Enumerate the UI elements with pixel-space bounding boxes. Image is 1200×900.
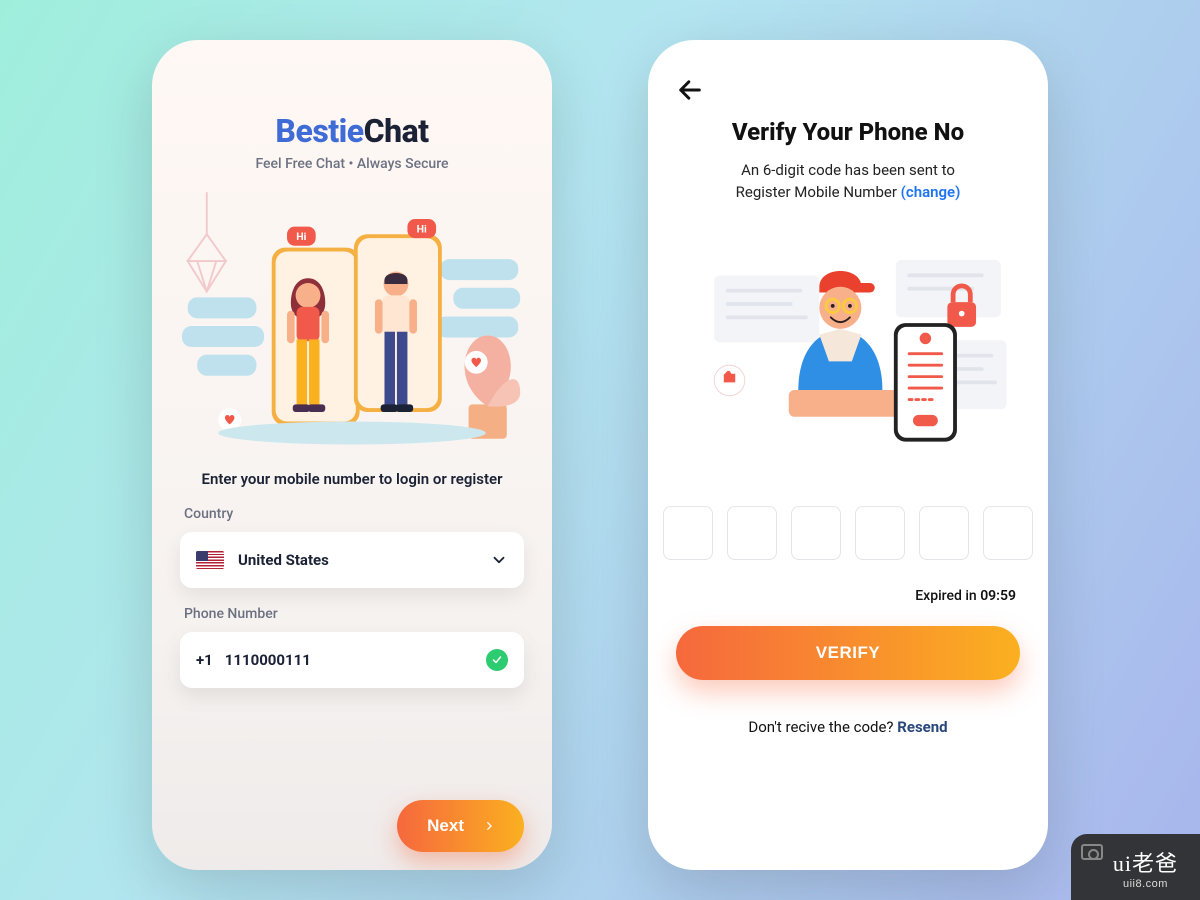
watermark-brand: ui老爸 <box>1113 846 1178 878</box>
otp-digit-2[interactable] <box>727 506 777 560</box>
otp-digit-1[interactable] <box>663 506 713 560</box>
app-title-part2: Chat <box>364 112 429 150</box>
verify-subtitle: An 6-digit code has been sent to Registe… <box>676 160 1020 204</box>
otp-inputs <box>676 506 1020 560</box>
country-select[interactable]: United States <box>180 532 524 588</box>
app-title-part1: Bestie <box>275 112 363 150</box>
otp-digit-3[interactable] <box>791 506 841 560</box>
phone-field[interactable]: +1 <box>180 632 524 688</box>
flag-icon <box>196 551 224 569</box>
change-number-link[interactable]: (change) <box>901 183 961 201</box>
expiry-prefix: Expired in <box>915 588 980 604</box>
expiry-text: Expired in 09:59 <box>676 588 1020 604</box>
verify-label: VERIFY <box>816 643 880 662</box>
phone-label: Phone Number <box>184 606 524 622</box>
login-illustration: Hi Hi <box>180 186 524 466</box>
next-label: Next <box>427 816 464 836</box>
arrow-left-icon <box>676 76 704 104</box>
valid-check-icon <box>486 649 508 671</box>
brand-block: BestieChat Feel Free Chat • Always Secur… <box>180 112 524 172</box>
verify-sub-l2: Register Mobile Number <box>736 183 901 201</box>
country-value: United States <box>238 551 490 569</box>
verify-screen: Verify Your Phone No An 6-digit code has… <box>648 40 1048 870</box>
hi-bubble-1: Hi <box>296 230 306 243</box>
chevron-right-icon <box>484 819 494 833</box>
expiry-time: 09:59 <box>980 588 1016 604</box>
app-tagline: Feel Free Chat • Always Secure <box>180 156 524 172</box>
camera-icon <box>1081 844 1103 860</box>
resend-line: Don't recive the code? Resend <box>676 718 1020 736</box>
otp-digit-5[interactable] <box>919 506 969 560</box>
app-title: BestieChat <box>180 112 524 150</box>
phone-input[interactable] <box>225 651 486 669</box>
dial-code: +1 <box>196 651 213 669</box>
verify-illustration <box>676 222 1020 472</box>
verify-button[interactable]: VERIFY <box>676 626 1020 680</box>
next-button[interactable]: Next <box>397 800 524 852</box>
resend-link[interactable]: Resend <box>897 718 947 736</box>
country-label: Country <box>184 506 524 522</box>
otp-digit-6[interactable] <box>983 506 1033 560</box>
back-button[interactable] <box>676 76 704 104</box>
login-prompt: Enter your mobile number to login or reg… <box>180 470 524 488</box>
verify-title: Verify Your Phone No <box>676 118 1020 146</box>
login-screen: BestieChat Feel Free Chat • Always Secur… <box>152 40 552 870</box>
watermark-url: uii8.com <box>1123 878 1168 890</box>
resend-prefix: Don't recive the code? <box>748 718 897 736</box>
otp-digit-4[interactable] <box>855 506 905 560</box>
watermark: ui老爸 uii8.com <box>1071 834 1200 900</box>
hi-bubble-2: Hi <box>417 222 427 235</box>
verify-sub-l1: An 6-digit code has been sent to <box>741 161 955 179</box>
chevron-down-icon <box>490 551 508 569</box>
